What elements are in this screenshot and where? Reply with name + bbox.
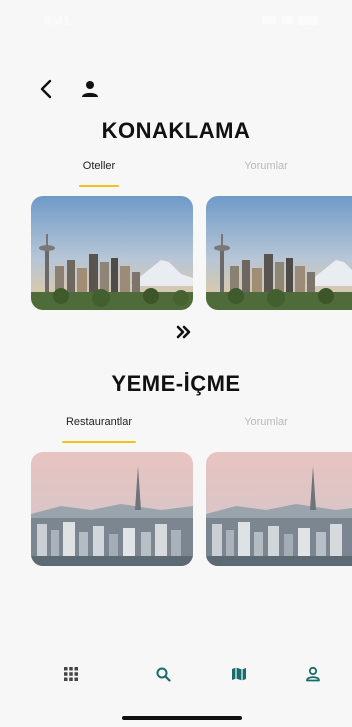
search-icon — [156, 667, 171, 682]
grid-icon — [64, 667, 78, 681]
tab-accommodation-reviews[interactable]: Yorumlar — [238, 160, 294, 172]
user-icon — [306, 666, 320, 682]
wifi-icon — [281, 16, 293, 24]
nav-grid[interactable] — [59, 662, 83, 686]
seattle-skyline-image — [206, 196, 352, 310]
nav-profile[interactable] — [301, 662, 325, 686]
seoul-skyline-image — [31, 452, 193, 566]
tab-active-underline — [79, 185, 119, 187]
tab-active-underline — [62, 441, 136, 443]
status-bar: 9:41 — [0, 0, 352, 40]
hotel-carousel[interactable] — [31, 196, 352, 310]
battery-icon — [298, 15, 318, 25]
hotel-card[interactable] — [206, 196, 352, 310]
tab-hotels[interactable]: Oteller — [79, 160, 119, 172]
more-button[interactable] — [172, 322, 196, 342]
restaurant-card[interactable] — [206, 452, 352, 566]
profile-button[interactable] — [80, 77, 100, 101]
hotel-card[interactable] — [31, 196, 193, 310]
restaurant-card[interactable] — [31, 452, 193, 566]
bottom-nav — [0, 662, 352, 692]
tab-food-reviews[interactable]: Yorumlar — [238, 416, 294, 428]
nav-map[interactable] — [227, 662, 251, 686]
seoul-skyline-image — [206, 452, 352, 566]
tab-restaurants[interactable]: Restaurantlar — [62, 416, 136, 428]
food-title: YEME-İÇME — [111, 371, 241, 396]
nav-search[interactable] — [151, 662, 175, 686]
map-icon — [232, 667, 246, 681]
chevron-left-icon — [40, 79, 52, 99]
restaurant-carousel[interactable] — [31, 452, 352, 566]
signal-icon — [262, 16, 276, 24]
status-time: 9:41 — [44, 12, 71, 28]
person-icon — [82, 81, 98, 97]
accommodation-tabs: Oteller Yorumlar — [0, 160, 352, 190]
top-bar — [36, 76, 100, 102]
seattle-skyline-image — [31, 196, 193, 310]
home-indicator — [122, 716, 242, 720]
status-icons — [262, 15, 318, 25]
accommodation-title: KONAKLAMA — [101, 118, 251, 143]
back-button[interactable] — [36, 77, 56, 101]
food-tabs: Restaurantlar Yorumlar — [0, 416, 352, 446]
double-chevron-right-icon — [176, 325, 191, 339]
